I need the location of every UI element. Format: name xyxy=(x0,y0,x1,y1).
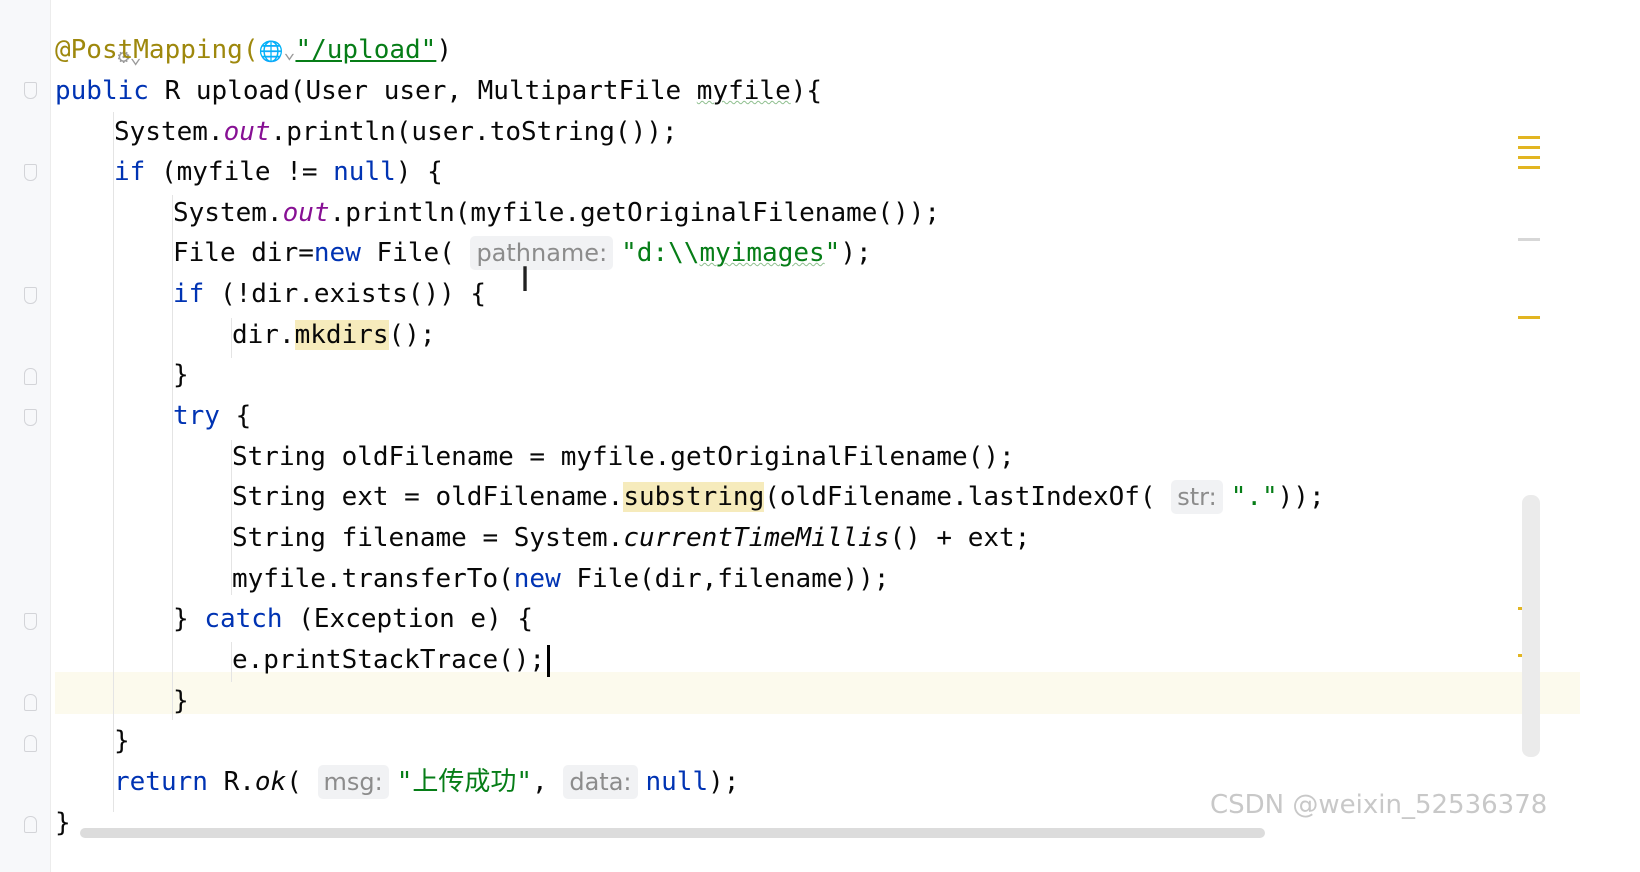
globe-icon[interactable]: 🌐⌄ xyxy=(259,30,296,72)
highlighted-usage: substring xyxy=(623,482,765,512)
fold-icon-catch[interactable] xyxy=(24,613,37,630)
code-line-20: } xyxy=(55,808,71,838)
unfold-icon-catch[interactable] xyxy=(24,694,37,711)
mouse-ibeam-cursor: I xyxy=(520,260,531,300)
fold-icon-if-exists[interactable] xyxy=(24,287,37,304)
parameter-hint-pathname: pathname: xyxy=(470,236,614,270)
code-line-13: String filename = System.currentTimeMill… xyxy=(232,523,1031,553)
code-line-4: if (myfile != null) { xyxy=(114,157,443,187)
code-line-18: } xyxy=(114,726,130,756)
warning-marker[interactable] xyxy=(1518,166,1540,169)
parameter-hint-msg: msg: xyxy=(317,765,389,799)
code-line-3: System.out.println(user.toString()); xyxy=(114,117,678,147)
code-line-15: } catch (Exception e) { xyxy=(173,604,534,634)
warning-marker[interactable] xyxy=(1518,136,1540,139)
code-line-10: try { xyxy=(173,401,252,431)
watermark: CSDN @weixin_52536378 xyxy=(1210,790,1548,820)
fold-icon-try[interactable] xyxy=(24,409,37,426)
code-line-19: return R.ok( msg: "上传成功", data: null); xyxy=(114,765,740,799)
text-caret xyxy=(547,644,551,677)
unfold-icon-if-exists[interactable] xyxy=(24,368,37,385)
info-marker[interactable] xyxy=(1518,238,1540,241)
code-line-9: } xyxy=(173,360,189,390)
code-line-1: @PostMapping(🌐⌄"/upload") xyxy=(55,29,452,71)
vertical-scrollbar[interactable] xyxy=(1522,495,1540,757)
indent-guide xyxy=(113,112,114,812)
warning-marker[interactable] xyxy=(1518,156,1540,159)
unfold-icon-method[interactable] xyxy=(24,816,37,833)
annotation-close: ) xyxy=(436,35,452,65)
code-editor[interactable]: ⚙⌄ @PostMapping(🌐⌄"/upload") public R up… xyxy=(55,0,1580,872)
fold-icon-method[interactable] xyxy=(24,82,37,99)
horizontal-scrollbar[interactable] xyxy=(80,828,1265,838)
unfold-icon-if[interactable] xyxy=(24,735,37,752)
warning-marker[interactable] xyxy=(1518,146,1540,149)
code-line-11: String oldFilename = myfile.getOriginalF… xyxy=(232,442,1015,472)
code-line-5: System.out.println(myfile.getOriginalFil… xyxy=(173,198,941,228)
code-line-17: } xyxy=(173,686,189,716)
annotation-text: @PostMapping( xyxy=(55,35,259,65)
code-line-14: myfile.transferTo(new File(dir,filename)… xyxy=(232,564,890,594)
code-line-16: e.printStackTrace(); xyxy=(232,639,551,681)
editor-gutter[interactable] xyxy=(0,0,51,872)
warning-marker[interactable] xyxy=(1518,316,1540,319)
code-line-12: String ext = oldFilename.substring(oldFi… xyxy=(232,480,1325,514)
endpoint-path-link[interactable]: "/upload" xyxy=(295,35,436,65)
code-line-7: if (!dir.exists()) { xyxy=(173,279,487,309)
highlighted-usage: mkdirs xyxy=(294,320,389,350)
code-line-2: public R upload(User user, MultipartFile… xyxy=(55,76,823,106)
fold-icon-if[interactable] xyxy=(24,164,37,181)
parameter-hint-str: str: xyxy=(1171,480,1223,514)
parameter-hint-data: data: xyxy=(563,765,638,799)
code-line-8: dir.mkdirs(); xyxy=(232,320,436,350)
